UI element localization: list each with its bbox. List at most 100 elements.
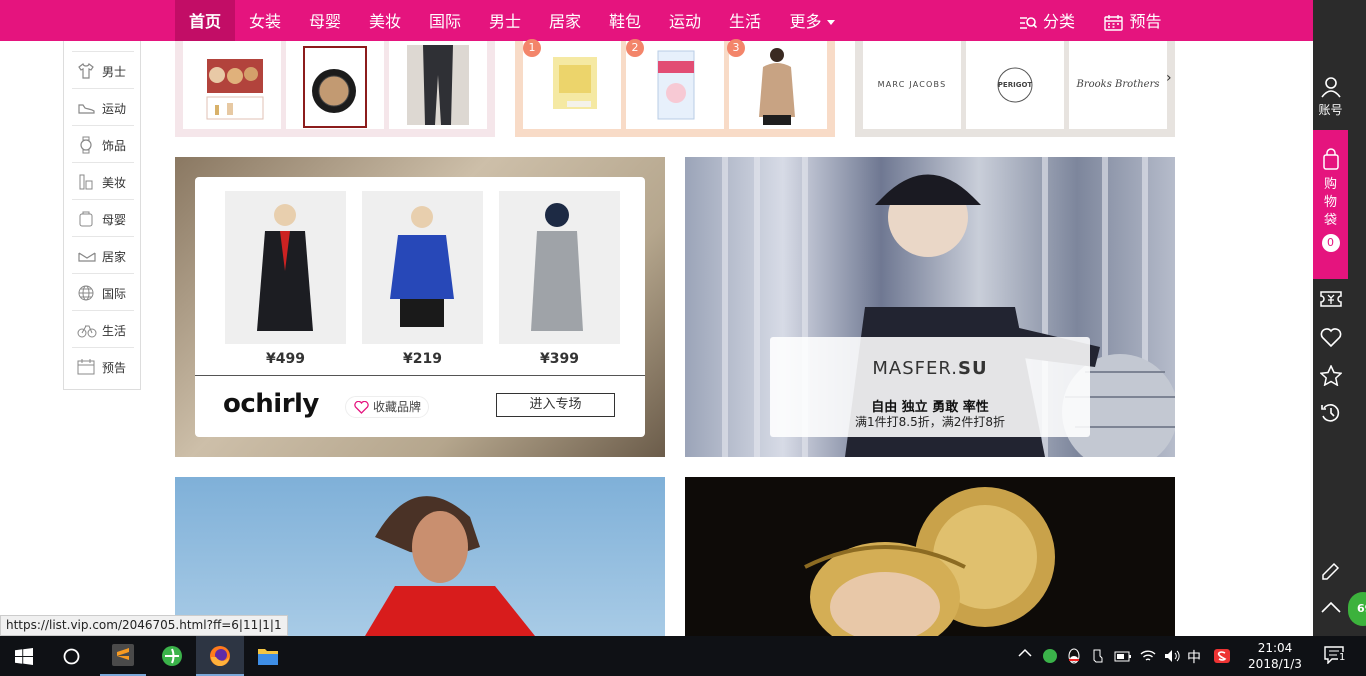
left-nav-label: 运动 <box>102 102 127 116</box>
left-category-nav: 男士 运动 饰品 美妆 母婴 居家 国际 生活 预告 <box>63 41 141 390</box>
left-nav-item-sports[interactable]: 运动 <box>72 88 134 125</box>
promo-banner-ochirly[interactable]: ¥499 ¥219 ¥399 ochirly 收藏品牌 进入专场 <box>175 157 665 457</box>
left-nav-label: 美妆 <box>102 176 127 190</box>
history-icon <box>1320 404 1339 422</box>
left-nav-item-accessories[interactable]: 饰品 <box>72 125 134 162</box>
left-nav-item-men[interactable]: 男士 <box>72 51 134 88</box>
tray-usb-icon[interactable] <box>1090 648 1106 668</box>
left-nav-item-home[interactable]: 居家 <box>72 236 134 273</box>
taskbar-app-360[interactable] <box>148 636 196 676</box>
product-image-coat[interactable] <box>225 191 346 344</box>
brand-logo-masfer-su: MASFER.SU <box>770 358 1090 379</box>
account-label: 账号 <box>1318 103 1343 117</box>
product-image <box>759 48 795 125</box>
coupon-button[interactable] <box>1313 290 1348 308</box>
tray-wifi-icon[interactable] <box>1139 648 1157 668</box>
security-360-icon <box>1043 649 1057 663</box>
banner-model-image <box>365 496 535 636</box>
bag-label-2: 物 <box>1323 195 1337 210</box>
brand-card[interactable]: MARC JACOBS <box>863 41 961 129</box>
score-badge[interactable]: 69 <box>1348 592 1366 626</box>
enter-shop-button[interactable]: 进入专场 <box>496 393 615 417</box>
left-nav-item-life[interactable]: 生活 <box>72 310 134 347</box>
status-url: https://list.vip.com/2046705.html?ff=6|1… <box>0 615 288 636</box>
clock-time: 21:04 <box>1257 641 1293 655</box>
sublime-icon <box>112 644 134 666</box>
product-card[interactable] <box>286 41 384 129</box>
promo-banner-bottom-left[interactable] <box>175 477 665 636</box>
nav-item-international[interactable]: 国际 <box>425 0 465 41</box>
left-nav-item-preview[interactable]: 预告 <box>72 347 134 384</box>
left-nav-item-baby[interactable]: 母婴 <box>72 199 134 236</box>
taskbar-app-firefox[interactable] <box>196 636 244 676</box>
nav-item-shoes-bags[interactable]: 鞋包 <box>605 0 645 41</box>
product-card[interactable] <box>389 41 487 129</box>
speaker-icon <box>1165 650 1180 662</box>
nav-item-home-living[interactable]: 居家 <box>545 0 585 41</box>
product-card[interactable] <box>183 41 281 129</box>
collect-button[interactable] <box>1313 365 1348 386</box>
left-nav-label: 居家 <box>102 250 127 264</box>
brand-card[interactable]: PERIGOT <box>966 41 1064 129</box>
left-nav-item-beauty[interactable]: 美妆 <box>72 162 134 199</box>
sofa-icon <box>78 252 96 262</box>
nav-item-life[interactable]: 生活 <box>725 0 765 41</box>
ime-indicator[interactable]: 中 <box>1187 647 1201 667</box>
divider <box>195 375 645 376</box>
action-center-button[interactable]: 1 <box>1324 646 1347 668</box>
feedback-button[interactable] <box>1313 560 1348 582</box>
tray-360-icon[interactable] <box>1042 648 1058 668</box>
calendar-icon <box>77 359 95 375</box>
folder-icon <box>258 649 278 665</box>
product-card[interactable] <box>729 41 827 129</box>
tray-expand-icon[interactable] <box>1018 647 1032 662</box>
rank-badge: 3 <box>727 39 745 57</box>
left-nav-item-international[interactable]: 国际 <box>72 273 134 310</box>
taskbar: 中 21:04 2018/1/3 1 <box>0 636 1366 676</box>
history-button[interactable] <box>1313 402 1348 424</box>
nav-preview-button[interactable]: 预告 <box>1102 0 1164 41</box>
usb-icon <box>1093 649 1103 663</box>
left-nav-label: 国际 <box>102 287 127 301</box>
tray-volume-icon[interactable] <box>1163 648 1181 668</box>
brand-card[interactable]: Brooks Brothers <box>1069 41 1167 129</box>
promo-banner-bottom-right[interactable] <box>685 477 1175 636</box>
taskbar-app-explorer[interactable] <box>244 636 292 676</box>
chevron-up-icon <box>1018 648 1032 657</box>
favorite-brand-button[interactable]: 收藏品牌 <box>345 396 429 418</box>
product-image-hoodie-dress[interactable] <box>499 191 620 344</box>
taskbar-app-sublime[interactable] <box>100 636 146 676</box>
nav-item-women[interactable]: 女装 <box>245 0 285 41</box>
nav-category-button[interactable]: 分类 <box>1017 0 1077 41</box>
nav-item-baby[interactable]: 母婴 <box>305 0 345 41</box>
price: ¥499 <box>266 351 305 367</box>
nav-preview-label: 预告 <box>1129 12 1162 31</box>
clock[interactable]: 21:04 2018/1/3 <box>1244 640 1306 672</box>
brand-logo-ochirly: ochirly <box>223 389 319 419</box>
tray-sogou-icon[interactable] <box>1213 648 1231 668</box>
nav-item-sports[interactable]: 运动 <box>665 0 705 41</box>
search-button[interactable] <box>48 636 96 676</box>
nav-item-men[interactable]: 男士 <box>485 0 525 41</box>
back-to-top-button[interactable] <box>1313 600 1348 614</box>
product-image-sweater[interactable] <box>362 191 483 344</box>
brand-logo-brooks-brothers: Brooks Brothers <box>1076 79 1160 90</box>
start-button[interactable] <box>0 636 48 676</box>
nav-item-more[interactable]: 更多 <box>786 0 838 41</box>
tray-qq-icon[interactable] <box>1066 648 1082 668</box>
tray-battery-icon[interactable] <box>1114 648 1132 668</box>
nav-item-home[interactable]: 首页 <box>175 0 235 41</box>
account-button[interactable]: 账号 <box>1313 76 1348 118</box>
promo-banner-masfer-su[interactable]: MASFER.SU 自由 独立 勇敢 率性 满1件打8.5折，满2件打8折 <box>685 157 1175 457</box>
bicycle-icon <box>77 325 97 338</box>
coupon-icon <box>1319 291 1342 307</box>
shopping-bag-button[interactable]: 购 物 袋 0 <box>1313 130 1348 279</box>
star-icon <box>1319 365 1342 386</box>
product-image <box>407 45 469 125</box>
cosmetics-icon <box>79 174 93 190</box>
favorites-button[interactable] <box>1313 328 1348 348</box>
chevron-right-icon[interactable]: › <box>1166 70 1172 86</box>
nav-item-beauty[interactable]: 美妆 <box>365 0 405 41</box>
promo-offer: 满1件打8.5折，满2件打8折 <box>855 415 1005 429</box>
heart-icon <box>1320 328 1341 348</box>
